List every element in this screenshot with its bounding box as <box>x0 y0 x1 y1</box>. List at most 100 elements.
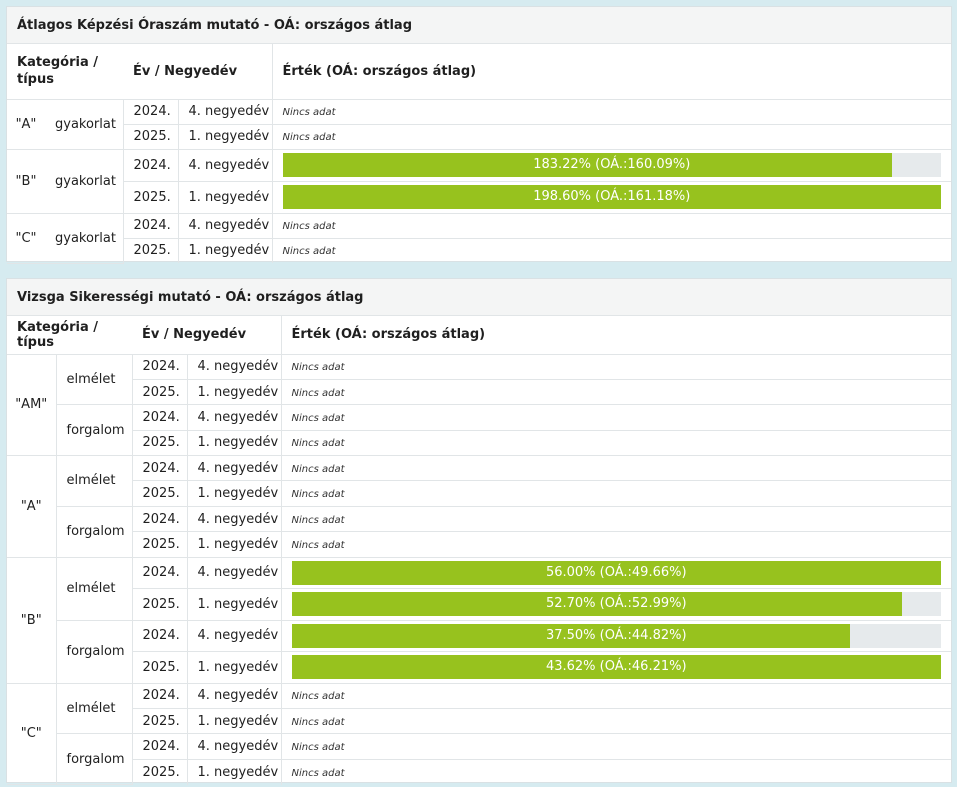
value-cell: Nincs adat <box>272 124 951 150</box>
progress-bar: 198.60% (OÁ.:161.18%) <box>282 185 941 209</box>
type-label: forgalom <box>56 733 133 786</box>
type-label: elmélet <box>56 683 133 735</box>
type-label: forgalom <box>56 620 133 684</box>
table-row: 2025. 1. negyedév Nincs adat <box>7 480 951 507</box>
quarter-cell: 4. negyedév <box>187 506 282 533</box>
table-row: forgalom 2024. 4. negyedév Nincs adat <box>7 506 951 558</box>
progress-bar-label: 43.62% (OÁ.:46.21%) <box>545 659 687 675</box>
value-cell: Nincs adat <box>281 354 951 380</box>
table-row: 2025. 1. negyedév 52.70% (OÁ.:52.99%) <box>7 588 951 621</box>
no-data-text: Nincs adat <box>291 539 345 551</box>
table-row: "B" gyakorlat 2024. 4. negyedév 183.22% (OÁ.… <box>7 149 951 214</box>
value-cell: Nincs adat <box>272 213 951 239</box>
value-cell: Nincs adat <box>281 506 951 533</box>
training-hours-panel: Átlagos Képzési Óraszám mutató - OÁ: ors… <box>6 6 952 264</box>
year-cell: 2024. <box>132 455 188 482</box>
value-cell: Nincs adat <box>281 379 951 406</box>
quarter-cell: 1. negyedév <box>187 708 282 735</box>
quarter-cell: 1. negyedév <box>178 238 273 263</box>
year-cell: 2024. <box>132 620 188 653</box>
year-cell: 2025. <box>132 379 188 406</box>
value-cell: 37.50% (OÁ.:44.82%) <box>281 620 951 653</box>
category-group: "C" gyakorlat <box>7 213 124 264</box>
category-label: "A" <box>15 116 37 132</box>
no-data-text: Nincs adat <box>291 742 345 754</box>
year-cell: 2025. <box>132 588 188 621</box>
type-label: forgalom <box>56 506 133 558</box>
progress-bar: 37.50% (OÁ.:44.82%) <box>291 623 941 648</box>
value-cell: Nincs adat <box>272 99 951 125</box>
table-row: "A" gyakorlat 2024. 4. negyedév Nincs adat <box>7 99 951 150</box>
quarter-cell: 1. negyedév <box>187 588 282 621</box>
quarter-cell: 4. negyedév <box>178 99 273 125</box>
type-label: gyakorlat <box>55 116 116 132</box>
year-cell: 2024. <box>132 404 188 431</box>
value-cell: Nincs adat <box>281 683 951 710</box>
progress-bar-label: 183.22% (OÁ.:160.09%) <box>533 157 691 172</box>
year-cell: 2025. <box>132 480 188 507</box>
table-row: 2025. 1. negyedév 43.62% (OÁ.:46.21%) <box>7 651 951 684</box>
value-cell: Nincs adat <box>281 759 951 784</box>
table-row: 2025. 1. negyedév Nincs adat <box>7 124 951 150</box>
value-cell: Nincs adat <box>272 238 951 263</box>
type-label: elmélet <box>56 455 133 507</box>
header-value: Érték (OÁ: országos átlag) <box>272 44 951 100</box>
year-cell: 2024. <box>132 506 188 533</box>
no-data-text: Nincs adat <box>291 387 345 399</box>
quarter-cell: 1. negyedév <box>187 480 282 507</box>
progress-bar: 52.70% (OÁ.:52.99%) <box>291 592 941 617</box>
header-period: Év / Negyedév <box>132 316 282 355</box>
quarter-cell: 4. negyedév <box>187 354 282 380</box>
year-cell: 2025. <box>132 531 188 558</box>
no-data-text: Nincs adat <box>291 514 345 526</box>
category-label: "AM" <box>7 354 57 457</box>
value-cell: 43.62% (OÁ.:46.21%) <box>281 651 951 684</box>
training-hours-table: Kategória / típus Év / Negyedév Érték (O… <box>7 44 951 264</box>
year-cell: 2025. <box>132 759 188 785</box>
type-label: gyakorlat <box>55 230 116 246</box>
table-row: "C" elmélet 2024. 4. negyedév Nincs adat <box>7 683 951 786</box>
no-data-text: Nincs adat <box>291 438 345 450</box>
year-cell: 2025. <box>123 238 179 263</box>
year-cell: 2025. <box>123 124 179 150</box>
panel-title: Átlagos Képzési Óraszám mutató - OÁ: ors… <box>7 7 951 44</box>
category-group: "A" gyakorlat <box>7 99 124 150</box>
value-cell: Nincs adat <box>281 733 951 760</box>
quarter-cell: 4. negyedév <box>187 733 282 760</box>
no-data-text: Nincs adat <box>291 463 345 475</box>
no-data-text: Nincs adat <box>291 767 345 779</box>
header-value: Érték (OÁ: országos átlag) <box>281 316 951 355</box>
quarter-cell: 4. negyedév <box>187 404 282 431</box>
year-cell: 2024. <box>123 99 179 125</box>
header-category: Kategória / típus <box>7 44 123 100</box>
type-label: elmélet <box>56 354 133 406</box>
type-label: forgalom <box>56 404 133 457</box>
no-data-text: Nincs adat <box>282 132 336 143</box>
year-cell: 2025. <box>132 430 188 457</box>
no-data-text: Nincs adat <box>282 246 336 258</box>
no-data-text: Nincs adat <box>282 107 336 118</box>
value-cell: Nincs adat <box>281 430 951 457</box>
year-cell: 2024. <box>123 213 179 239</box>
table-row: 2025. 1. negyedév Nincs adat <box>7 430 951 457</box>
quarter-cell: 1. negyedév <box>178 181 273 214</box>
quarter-cell: 4. negyedév <box>187 683 282 710</box>
value-cell: Nincs adat <box>281 404 951 431</box>
header-category: Kategória / típus <box>7 316 132 355</box>
year-cell: 2025. <box>132 651 188 684</box>
no-data-text: Nincs adat <box>291 362 345 374</box>
table-row: 2025. 1. negyedév Nincs adat <box>7 708 951 735</box>
type-label: elmélet <box>56 557 133 621</box>
no-data-text: Nincs adat <box>282 221 336 232</box>
quarter-cell: 4. negyedév <box>187 620 282 653</box>
progress-bar-label: 37.50% (OÁ.:44.82%) <box>545 627 687 643</box>
header-period: Év / Negyedév <box>123 44 273 100</box>
quarter-cell: 1. negyedév <box>178 124 273 150</box>
value-cell: 56.00% (OÁ.:49.66%) <box>281 557 951 590</box>
year-cell: 2024. <box>123 149 179 182</box>
table-row: "C" gyakorlat 2024. 4. negyedév Nincs adat <box>7 213 951 264</box>
value-cell: 183.22% (OÁ.:160.09%) <box>272 149 951 182</box>
type-label: gyakorlat <box>55 173 116 189</box>
year-cell: 2024. <box>132 557 188 590</box>
progress-bar-label: 52.70% (OÁ.:52.99%) <box>545 596 687 612</box>
